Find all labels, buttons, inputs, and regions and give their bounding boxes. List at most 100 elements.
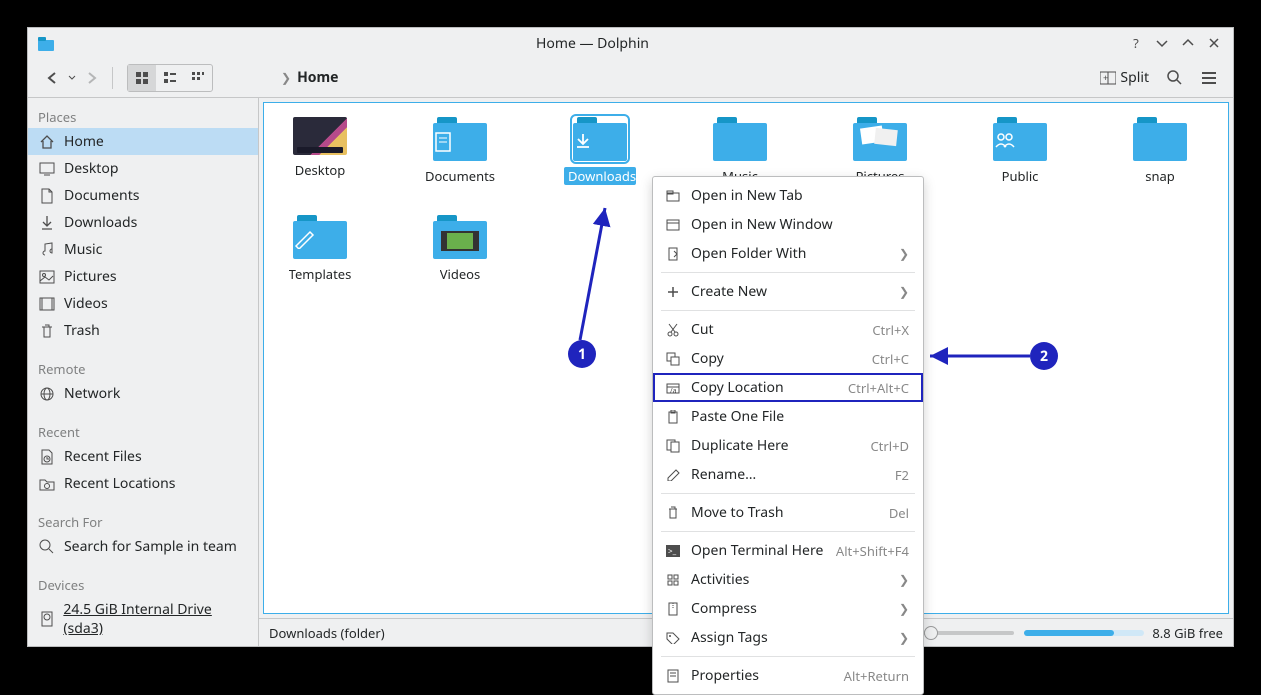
folder-templates[interactable]: Templates <box>284 215 356 283</box>
close-button[interactable] <box>1203 32 1225 54</box>
sidebar-item-documents[interactable]: Documents <box>28 182 258 209</box>
window-icon <box>663 217 683 233</box>
chevron-right-icon: ❯ <box>281 69 291 86</box>
sidebar-item-home[interactable]: Home <box>28 128 258 155</box>
forward-button[interactable] <box>78 64 106 92</box>
app-icon <box>36 35 56 51</box>
split-label: Split <box>1120 68 1149 87</box>
duplicate-icon <box>663 438 683 454</box>
annotation-marker-1: 1 <box>568 340 596 368</box>
search-header: Search For <box>28 507 258 533</box>
folder-music[interactable]: Music <box>704 117 776 185</box>
folder-documents[interactable]: Documents <box>424 117 496 185</box>
folder-label: Templates <box>289 265 352 283</box>
sidebar-item-desktop[interactable]: Desktop <box>28 155 258 182</box>
folder-label: Public <box>1002 167 1039 185</box>
breadcrumb[interactable]: ❯ Home <box>281 68 339 87</box>
search-icon <box>38 538 56 556</box>
network-icon <box>38 385 56 403</box>
maximize-button[interactable] <box>1177 32 1199 54</box>
context-menu: Open in New TabOpen in New WindowOpen Fo… <box>652 176 924 695</box>
menu-item-open-folder-with[interactable]: Open Folder With❯ <box>653 239 923 268</box>
breadcrumb-home[interactable]: Home <box>297 68 338 87</box>
minimize-button[interactable] <box>1151 32 1173 54</box>
trash-icon <box>663 505 683 521</box>
places-panel: Places Home Desktop Documents Downloads … <box>28 98 259 646</box>
dolphin-window: Home — Dolphin ? ❯ Home + Split <box>27 27 1234 647</box>
documents-icon <box>38 187 56 205</box>
menu-item-compress[interactable]: Compress❯ <box>653 594 923 623</box>
sidebar-item-music[interactable]: Music <box>28 236 258 263</box>
sidebar-item-recent-files[interactable]: Recent Files <box>28 443 258 470</box>
icon-view-button[interactable] <box>128 65 156 91</box>
help-button[interactable]: ? <box>1125 32 1147 54</box>
desktop-icon <box>38 160 56 178</box>
free-space-label: 8.8 GiB free <box>1152 624 1223 642</box>
search-button[interactable] <box>1161 64 1189 92</box>
svg-text:>_: >_ <box>668 546 677 557</box>
folder-label: Desktop <box>295 161 346 179</box>
zoom-handle[interactable] <box>924 626 938 640</box>
titlebar: Home — Dolphin ? <box>28 28 1233 58</box>
sidebar-item-videos[interactable]: Videos <box>28 290 258 317</box>
folder-downloads[interactable]: Downloads <box>564 117 636 185</box>
menu-item-cut[interactable]: CutCtrl+X <box>653 315 923 344</box>
open-with-icon <box>663 246 683 262</box>
svg-text:/a: /a <box>670 387 677 395</box>
sidebar-item-downloads[interactable]: Downloads <box>28 209 258 236</box>
folder-videos[interactable]: Videos <box>424 215 496 283</box>
cut-icon <box>663 322 683 338</box>
back-dropdown[interactable] <box>66 64 78 92</box>
menu-item-open-terminal-here[interactable]: >_Open Terminal HereAlt+Shift+F4 <box>653 536 923 565</box>
menu-item-assign-tags[interactable]: Assign Tags❯ <box>653 623 923 652</box>
sidebar-item-internal-drive[interactable]: 24.5 GiB Internal Drive (sda3) <box>28 596 258 642</box>
places-header: Places <box>28 102 258 128</box>
view-mode-group <box>127 64 213 92</box>
folder-label: Downloads <box>564 167 636 185</box>
folder-label: Videos <box>440 265 481 283</box>
tags-icon <box>663 630 683 646</box>
music-icon <box>38 241 56 259</box>
sidebar-item-trash[interactable]: Trash <box>28 317 258 344</box>
sidebar-item-pictures[interactable]: Pictures <box>28 263 258 290</box>
menu-item-rename-[interactable]: Rename…F2 <box>653 460 923 489</box>
split-button[interactable]: + Split <box>1094 66 1155 89</box>
sidebar-item-recent-locations[interactable]: Recent Locations <box>28 470 258 497</box>
free-space-bar <box>1024 630 1144 636</box>
folder-public[interactable]: Public <box>984 117 1056 185</box>
menu-item-copy-location[interactable]: /aCopy LocationCtrl+Alt+C <box>653 373 923 402</box>
chevron-right-icon: ❯ <box>899 283 909 300</box>
menu-item-create-new[interactable]: Create New❯ <box>653 277 923 306</box>
menu-item-duplicate-here[interactable]: Duplicate HereCtrl+D <box>653 431 923 460</box>
window-title: Home — Dolphin <box>64 34 1121 53</box>
split-icon: + <box>1100 71 1116 85</box>
status-info: Downloads (folder) <box>269 624 385 642</box>
chevron-right-icon: ❯ <box>899 571 909 588</box>
sidebar-item-search-sample[interactable]: Search for Sample in team <box>28 533 258 560</box>
folder-desktop[interactable]: Desktop <box>284 117 356 185</box>
menu-item-activities[interactable]: Activities❯ <box>653 565 923 594</box>
compact-view-button[interactable] <box>156 65 184 91</box>
details-view-button[interactable] <box>184 65 212 91</box>
copy-icon <box>663 351 683 367</box>
menu-item-paste-one-file[interactable]: Paste One File <box>653 402 923 431</box>
trash-icon <box>38 322 56 340</box>
chevron-right-icon: ❯ <box>899 600 909 617</box>
sidebar-item-network[interactable]: Network <box>28 380 258 407</box>
activities-icon <box>663 572 683 588</box>
menu-button[interactable] <box>1195 64 1223 92</box>
back-button[interactable] <box>38 64 66 92</box>
compress-icon <box>663 601 683 617</box>
menu-item-open-in-new-window[interactable]: Open in New Window <box>653 210 923 239</box>
devices-header: Devices <box>28 570 258 596</box>
menu-item-open-in-new-tab[interactable]: Open in New Tab <box>653 181 923 210</box>
remote-header: Remote <box>28 354 258 380</box>
menu-item-move-to-trash[interactable]: Move to TrashDel <box>653 498 923 527</box>
terminal-icon: >_ <box>663 543 683 559</box>
menu-item-copy[interactable]: CopyCtrl+C <box>653 344 923 373</box>
folder-pictures[interactable]: Pictures <box>844 117 916 185</box>
home-icon <box>38 133 56 151</box>
annotation-marker-2: 2 <box>1030 342 1058 370</box>
recent-header: Recent <box>28 417 258 443</box>
folder-snap[interactable]: snap <box>1124 117 1196 185</box>
